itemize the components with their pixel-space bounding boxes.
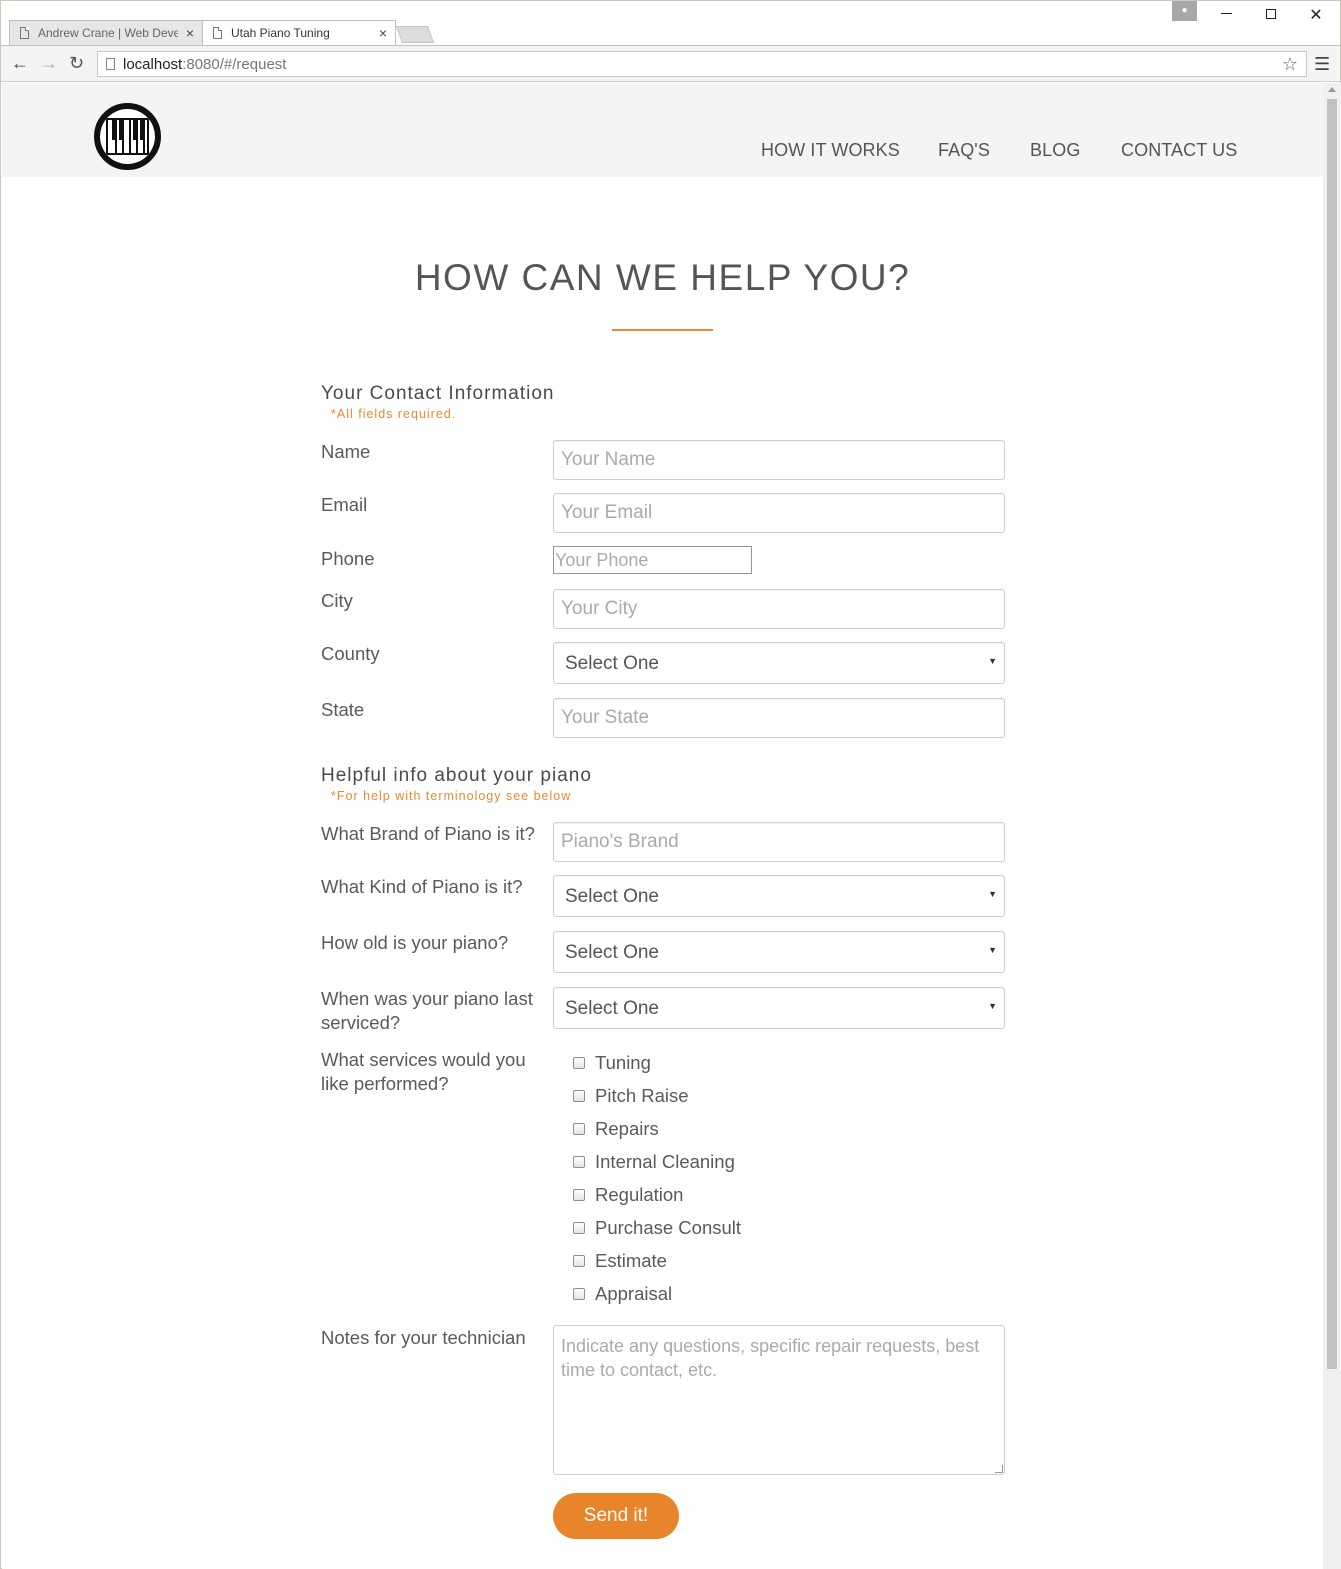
back-arrow-icon[interactable]: ←	[11, 53, 29, 74]
service-option-repairs[interactable]: Repairs	[573, 1118, 659, 1140]
address-bar[interactable]: localhost:8080/#/request ☆	[97, 51, 1307, 77]
forward-arrow-icon[interactable]: →	[40, 53, 58, 74]
send-button[interactable]: Send it!	[553, 1493, 679, 1539]
piano-section-heading: Helpful info about your piano	[321, 765, 592, 786]
nav-faqs[interactable]: FAQ'S	[938, 140, 990, 161]
new-tab-button[interactable]	[395, 26, 435, 43]
piano-logo-icon[interactable]	[94, 103, 161, 170]
city-label: City	[321, 590, 353, 611]
service-label: Internal Cleaning	[595, 1151, 735, 1172]
maximize-button[interactable]	[1256, 5, 1286, 23]
services-label: What services would you like performed?	[321, 1049, 526, 1094]
brand-label: What Brand of Piano is it?	[321, 823, 535, 844]
title-divider	[612, 329, 713, 331]
browser-window: Andrew Crane | Web Deve × Utah Piano Tun…	[0, 0, 1341, 1569]
checkbox[interactable]	[573, 1156, 585, 1168]
menu-icon[interactable]: ☰	[1314, 54, 1330, 75]
name-label: Name	[321, 441, 371, 462]
service-option-regulation[interactable]: Regulation	[573, 1184, 683, 1206]
close-window-button[interactable]: ✕	[1301, 5, 1331, 25]
minimize-button[interactable]	[1211, 5, 1241, 23]
checkbox[interactable]	[573, 1189, 585, 1201]
kind-label: What Kind of Piano is it?	[321, 876, 523, 897]
checkbox[interactable]	[573, 1255, 585, 1267]
terminology-note: *For help with terminology see below	[331, 789, 572, 803]
checkbox[interactable]	[573, 1123, 585, 1135]
tab-title: Andrew Crane | Web Deve	[38, 26, 178, 40]
service-label: Tuning	[595, 1052, 651, 1073]
checkbox[interactable]	[573, 1222, 585, 1234]
service-option-appraisal[interactable]: Appraisal	[573, 1283, 672, 1305]
reload-icon[interactable]: ↻	[69, 53, 84, 74]
checkbox[interactable]	[573, 1288, 585, 1300]
tab-close-icon[interactable]: ×	[186, 25, 194, 41]
nav-how-it-works[interactable]: HOW IT WORKS	[761, 140, 900, 161]
checkbox[interactable]	[573, 1090, 585, 1102]
page-viewport: HOW IT WORKS FAQ'S BLOG CONTACT US HOW C…	[2, 83, 1323, 1569]
nav-blog[interactable]: BLOG	[1030, 140, 1080, 161]
service-label: Pitch Raise	[595, 1085, 689, 1106]
age-label: How old is your piano?	[321, 932, 509, 953]
scroll-up-arrow-icon[interactable]	[1328, 87, 1336, 92]
age-select-value: Select One	[565, 942, 659, 963]
county-label: County	[321, 643, 380, 664]
dropdown-arrow-icon: ▼	[988, 1001, 997, 1011]
service-label: Regulation	[595, 1184, 684, 1205]
phone-input[interactable]	[553, 546, 752, 574]
kind-select[interactable]: Select One ▼	[553, 875, 1005, 917]
serviced-select-value: Select One	[565, 998, 659, 1019]
serviced-select[interactable]: Select One ▼	[553, 987, 1005, 1029]
contact-section-heading: Your Contact Information	[321, 383, 555, 404]
email-label: Email	[321, 494, 368, 515]
dropdown-arrow-icon: ▼	[988, 656, 997, 666]
tab-close-icon[interactable]: ×	[379, 25, 387, 41]
service-label: Estimate	[595, 1250, 667, 1271]
scrollbar[interactable]	[1323, 83, 1341, 1569]
required-note: *All fields required.	[331, 407, 457, 421]
nav-contact-us[interactable]: CONTACT US	[1121, 140, 1237, 161]
browser-toolbar: ← → ↻ localhost:8080/#/request ☆ ☰	[1, 45, 1340, 82]
service-option-tuning[interactable]: Tuning	[573, 1052, 651, 1074]
service-option-estimate[interactable]: Estimate	[573, 1250, 667, 1272]
resize-grip-icon[interactable]	[995, 1465, 1003, 1473]
page-title: HOW CAN WE HELP YOU?	[414, 257, 911, 298]
state-input[interactable]	[553, 698, 1005, 738]
service-label: Purchase Consult	[595, 1217, 742, 1238]
dropdown-arrow-icon: ▼	[988, 945, 997, 955]
county-select[interactable]: Select One ▼	[553, 642, 1005, 684]
email-input[interactable]	[553, 493, 1005, 533]
kind-select-value: Select One	[565, 886, 659, 907]
phone-label: Phone	[321, 548, 375, 569]
serviced-label: When was your piano last serviced?	[321, 988, 533, 1033]
tab-strip: Andrew Crane | Web Deve × Utah Piano Tun…	[1, 1, 1340, 45]
tab-andrew-crane[interactable]: Andrew Crane | Web Deve ×	[9, 20, 203, 45]
name-input[interactable]	[553, 440, 1005, 480]
age-select[interactable]: Select One ▼	[553, 931, 1005, 973]
scrollbar-thumb[interactable]	[1327, 99, 1337, 1369]
page-icon	[213, 27, 222, 39]
dropdown-arrow-icon: ▼	[988, 889, 997, 899]
checkbox[interactable]	[573, 1057, 585, 1069]
service-option-purchase-consult[interactable]: Purchase Consult	[573, 1217, 741, 1239]
site-header: HOW IT WORKS FAQ'S BLOG CONTACT US	[2, 83, 1323, 177]
notes-textarea[interactable]	[553, 1325, 1005, 1475]
url-text: localhost:8080/#/request	[123, 56, 286, 73]
url-host: localhost	[123, 56, 183, 73]
service-option-internal-cleaning[interactable]: Internal Cleaning	[573, 1151, 735, 1173]
page-icon	[106, 58, 115, 70]
page-icon	[20, 27, 29, 39]
tab-utah-piano-tuning[interactable]: Utah Piano Tuning ×	[202, 20, 396, 45]
service-label: Repairs	[595, 1118, 659, 1139]
url-path: :8080/#/request	[182, 56, 287, 73]
profile-icon[interactable]: ●	[1172, 1, 1197, 21]
county-select-value: Select One	[565, 653, 659, 674]
state-label: State	[321, 699, 365, 720]
city-input[interactable]	[553, 589, 1005, 629]
tab-title: Utah Piano Tuning	[231, 26, 330, 40]
brand-input[interactable]	[553, 822, 1005, 862]
service-label: Appraisal	[595, 1283, 673, 1304]
service-option-pitch-raise[interactable]: Pitch Raise	[573, 1085, 689, 1107]
notes-label: Notes for your technician	[321, 1327, 526, 1348]
bookmark-star-icon[interactable]: ☆	[1282, 54, 1298, 75]
